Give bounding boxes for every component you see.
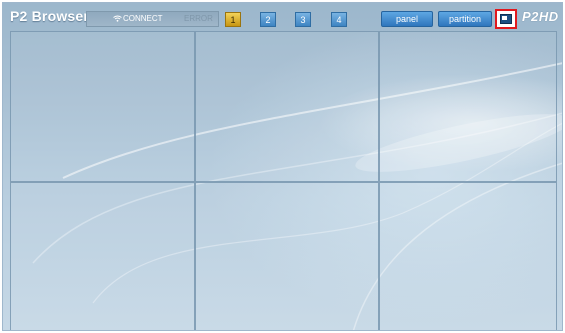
page-3-button[interactable]: 3 <box>295 12 311 27</box>
video-cell-6[interactable] <box>379 182 557 330</box>
video-cell-3[interactable] <box>379 31 557 182</box>
window-toggle-icon <box>500 14 512 24</box>
p2hd-logo: P2HD <box>522 9 559 24</box>
video-cell-1[interactable] <box>10 31 195 182</box>
app-title: P2 Browser <box>10 8 90 24</box>
page-1-button[interactable]: 1 <box>225 12 241 27</box>
page-2-button[interactable]: 2 <box>260 12 276 27</box>
connect-label: CONNECT <box>123 14 163 23</box>
wifi-icon <box>113 15 122 22</box>
error-label: ERROR <box>184 14 213 23</box>
partition-button[interactable]: partition <box>438 11 492 27</box>
top-toolbar: P2 Browser CONNECT ERROR 1 2 3 4 panel p… <box>3 3 562 31</box>
video-cell-5[interactable] <box>195 182 379 330</box>
connection-status: CONNECT ERROR <box>86 11 219 27</box>
p2-browser-window: P2 Browser CONNECT ERROR 1 2 3 4 panel p… <box>2 2 563 331</box>
page-4-button[interactable]: 4 <box>331 12 347 27</box>
video-cell-2[interactable] <box>195 31 379 182</box>
video-grid <box>10 31 557 330</box>
video-cell-4[interactable] <box>10 182 195 330</box>
window-toggle-button[interactable] <box>495 9 517 29</box>
panel-button[interactable]: panel <box>381 11 433 27</box>
